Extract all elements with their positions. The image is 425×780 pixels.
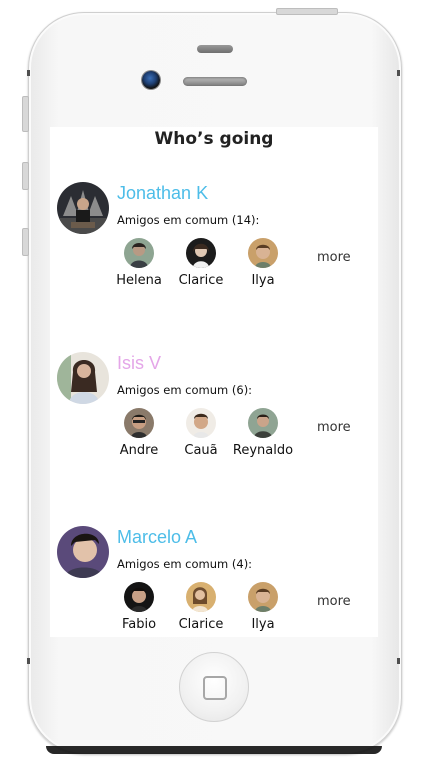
avatar	[186, 238, 216, 268]
avatar	[124, 238, 154, 268]
more-link[interactable]: more	[317, 594, 351, 609]
home-square-icon	[203, 676, 227, 700]
more-link[interactable]: more	[317, 250, 351, 265]
phone-shadow	[46, 746, 382, 754]
attendee-card: Jonathan K Amigos em comum (14): Helena	[50, 182, 378, 332]
app-screen: Who’s going Jonathan K Amigos em comum (…	[50, 127, 378, 637]
mutual-friends-label: Amigos em comum (14):	[117, 213, 260, 227]
attendee-name[interactable]: Jonathan K	[117, 182, 208, 204]
avatar[interactable]	[57, 526, 109, 578]
mutual-friend[interactable]: Helena	[107, 238, 171, 288]
avatar[interactable]	[57, 352, 109, 404]
earpiece-speaker	[183, 77, 247, 86]
antenna-band	[27, 658, 30, 664]
attendee-name[interactable]: Marcelo A	[117, 526, 197, 548]
attendee-name[interactable]: Isis V	[117, 352, 161, 374]
antenna-band	[397, 70, 400, 76]
proximity-sensor	[197, 45, 233, 53]
mutual-friends-label: Amigos em comum (4):	[117, 557, 253, 571]
mutual-friend[interactable]: Reynaldo	[231, 408, 295, 458]
friend-name: Andre	[119, 443, 159, 458]
mutual-friend[interactable]: Fabio	[107, 582, 171, 632]
friend-name: Helena	[116, 273, 162, 288]
avatar	[248, 238, 278, 268]
mutual-friend[interactable]: Cauã	[169, 408, 233, 458]
mutual-friend[interactable]: Clarice	[169, 582, 233, 632]
friend-name: Cauã	[184, 443, 218, 458]
avatar	[124, 582, 154, 612]
friend-name: Ilya	[251, 617, 275, 632]
front-camera-icon	[142, 71, 160, 89]
avatar	[248, 408, 278, 438]
avatar	[186, 582, 216, 612]
more-link[interactable]: more	[317, 420, 351, 435]
home-button[interactable]	[179, 652, 249, 722]
mutual-friend[interactable]: Andre	[107, 408, 171, 458]
power-button	[276, 8, 338, 15]
volume-down-button	[22, 228, 29, 256]
antenna-band	[397, 658, 400, 664]
mutual-friend[interactable]: Ilya	[231, 582, 295, 632]
friend-name: Clarice	[178, 617, 224, 632]
mutual-friends-label: Amigos em comum (6):	[117, 383, 253, 397]
avatar	[248, 582, 278, 612]
friend-name: Clarice	[178, 273, 224, 288]
avatar[interactable]	[57, 182, 109, 234]
friend-name: Reynaldo	[232, 443, 294, 458]
attendee-card: Isis V Amigos em comum (6): Andre Cauã R…	[50, 352, 378, 502]
avatar	[186, 408, 216, 438]
mutual-friend[interactable]: Ilya	[231, 238, 295, 288]
antenna-band	[27, 70, 30, 76]
friend-name: Fabio	[121, 617, 157, 632]
friend-name: Ilya	[251, 273, 275, 288]
mutual-friend[interactable]: Clarice	[169, 238, 233, 288]
attendee-card: Marcelo A Amigos em comum (4): Fabio Cla…	[50, 526, 378, 637]
mute-switch	[22, 96, 29, 132]
page-title: Who’s going	[154, 129, 274, 149]
volume-up-button	[22, 162, 29, 190]
avatar	[124, 408, 154, 438]
